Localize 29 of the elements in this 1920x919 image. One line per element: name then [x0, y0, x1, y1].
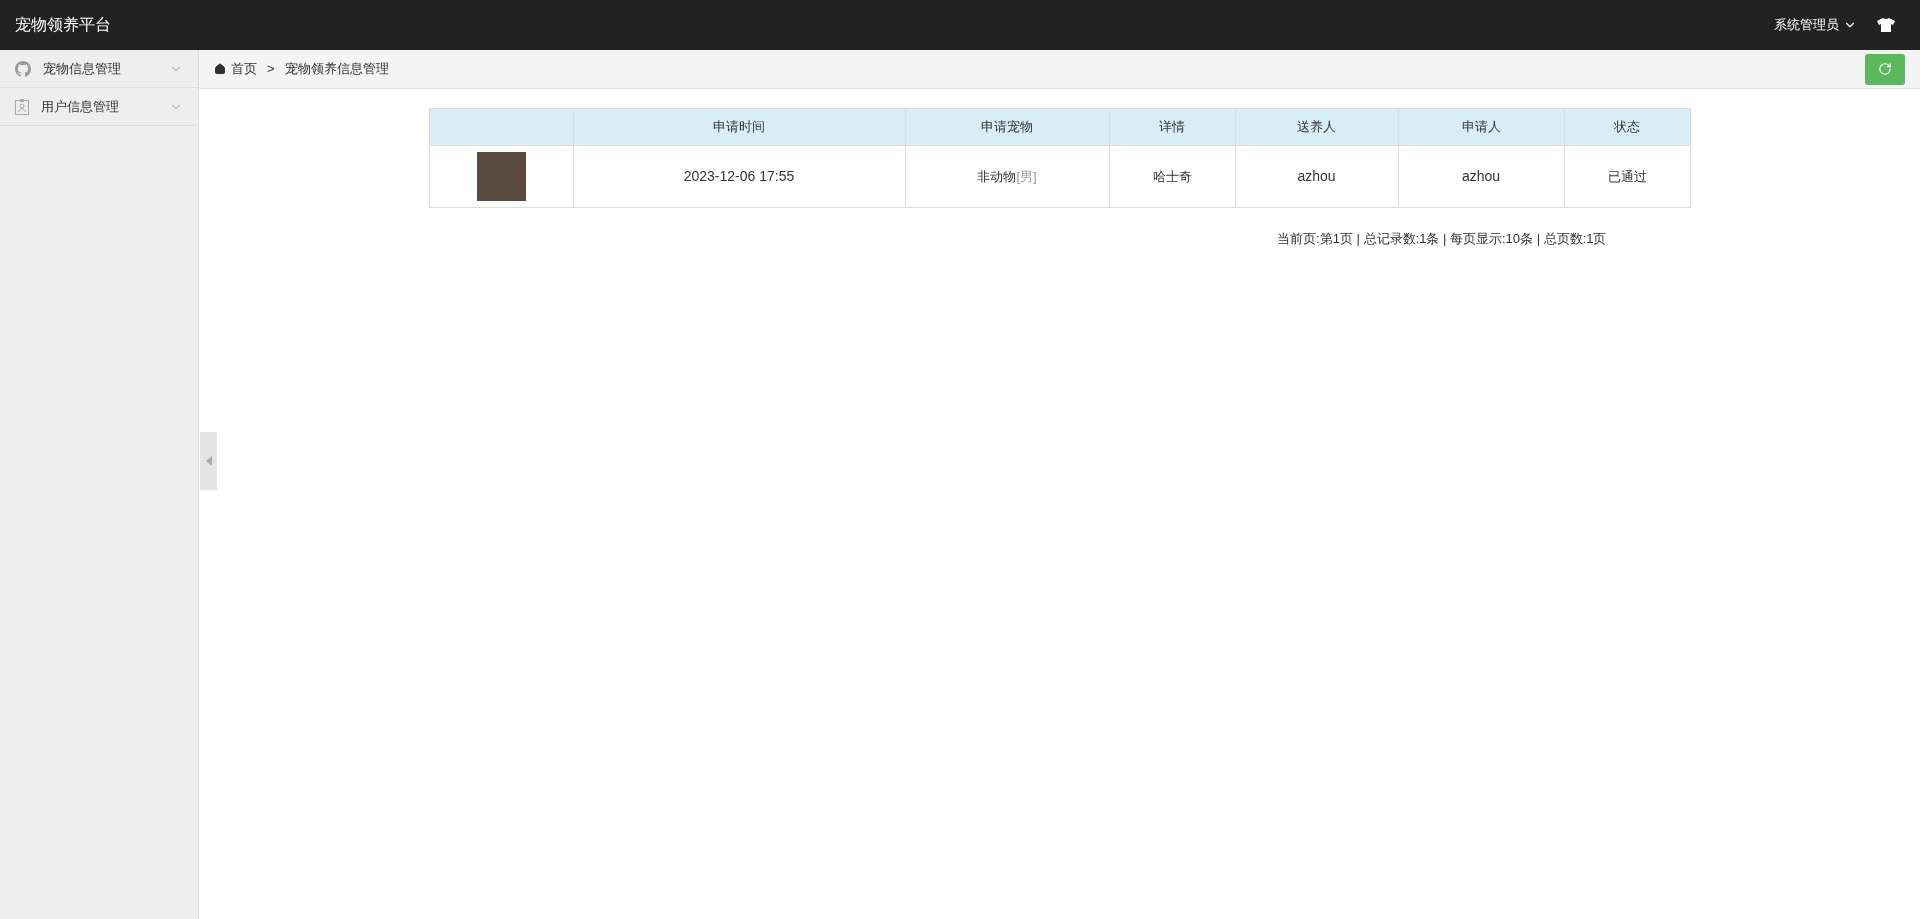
- column-header: 送养人: [1234, 109, 1398, 145]
- user-menu[interactable]: 系统管理员: [1774, 15, 1857, 35]
- refresh-icon: [1878, 62, 1892, 76]
- breadcrumb-current: 宠物领养信息管理: [284, 60, 389, 79]
- pagination-info: 当前页:第1页 | 总记录数:1条 | 每页显示:10条 | 总页数:1页: [1277, 230, 1607, 248]
- table-cell: 哈士奇: [1108, 146, 1235, 207]
- column-header: 详情: [1108, 109, 1235, 145]
- breadcrumb-separator: >: [267, 60, 275, 79]
- home-icon: [214, 63, 226, 75]
- table-cell: 2023-12-06 17:55: [572, 146, 905, 207]
- app-title: 宠物领养平台: [15, 15, 111, 35]
- sidebar-item[interactable]: 用户信息管理: [0, 88, 198, 126]
- column-header: 状态: [1563, 109, 1690, 145]
- table-cell: 已通过: [1563, 146, 1690, 207]
- table-cell: 非动物[男]: [904, 146, 1109, 207]
- github-icon: [15, 60, 31, 77]
- id-badge-icon: [15, 98, 29, 115]
- column-header: 申请宠物: [904, 109, 1109, 145]
- refresh-button[interactable]: [1865, 53, 1905, 85]
- sidebar-item[interactable]: 宠物信息管理: [0, 50, 198, 88]
- photo-placeholder: [476, 152, 526, 201]
- sidebar-toggle[interactable]: [200, 432, 217, 490]
- breadcrumb-link[interactable]: 首页: [231, 59, 257, 79]
- table-cell: azhou: [1234, 146, 1398, 207]
- tshirt-icon[interactable]: [1877, 18, 1895, 32]
- column-header: 申请时间: [572, 109, 905, 145]
- table-cell: azhou: [1397, 146, 1564, 207]
- left-triangle-icon: [205, 456, 212, 466]
- column-header: 申请人: [1397, 109, 1564, 145]
